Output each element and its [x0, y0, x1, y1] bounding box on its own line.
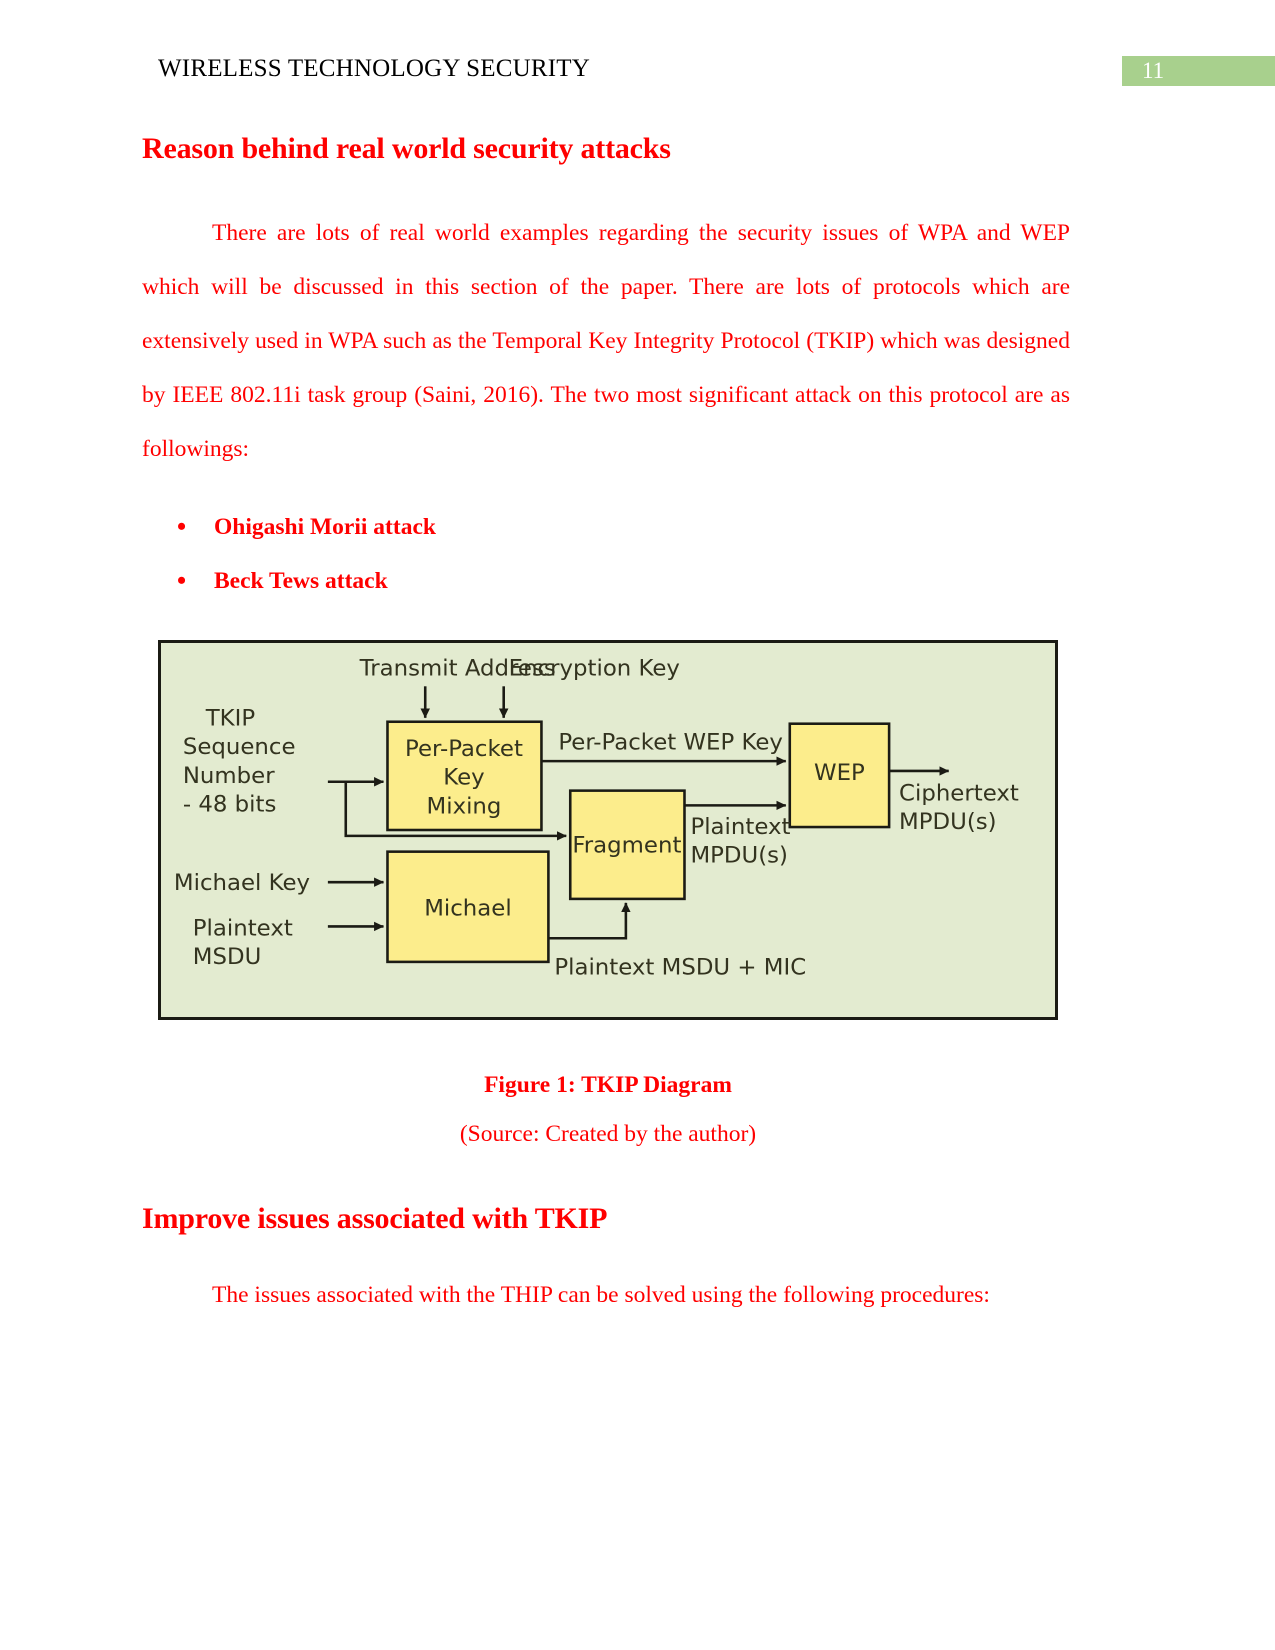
box-label-key-mixing-l1: Per-Packet — [405, 736, 523, 762]
list-item: • Beck Tews attack — [142, 554, 1070, 608]
header-title: WIRELESS TECHNOLOGY SECURITY — [158, 55, 590, 82]
bullet-dot-icon: • — [177, 565, 187, 595]
list-item-label: Ohigashi Morii attack — [214, 513, 436, 540]
box-label-michael: Michael — [424, 896, 511, 922]
label-per-packet-wep-key: Per-Packet WEP Key — [558, 729, 783, 755]
section-heading-improve-issues: Improve issues associated with TKIP — [142, 1202, 608, 1235]
box-label-key-mixing-l3: Mixing — [427, 793, 502, 819]
figure-source: (Source: Created by the author) — [459, 1121, 757, 1147]
label-michael-key: Michael Key — [174, 870, 310, 896]
label-ciphertext-mpdus-l1: Ciphertext — [899, 781, 1019, 807]
label-plaintext-mpdus-l2: MPDU(s) — [690, 843, 788, 869]
page-number: 11 — [1142, 58, 1165, 83]
box-label-wep: WEP — [814, 760, 865, 786]
page-number-badge: 11 — [1122, 56, 1275, 86]
page-header: WIRELESS TECHNOLOGY SECURITY 11 — [0, 0, 1275, 110]
box-label-key-mixing-l2: Key — [443, 765, 484, 791]
label-plaintext-msdu-l1: Plaintext — [193, 915, 293, 941]
paragraph-improve-issues: The issues associated with the THIP can … — [212, 1281, 990, 1308]
label-tkip-sequence-number-l1: TKIP — [205, 706, 255, 732]
list-item: • Ohigashi Morii attack — [142, 500, 1070, 554]
list-item-label: Beck Tews attack — [214, 567, 388, 594]
bullet-dot-icon: • — [177, 511, 187, 541]
section-improve-issues: Improve issues associated with TKIP The … — [142, 1200, 1070, 1345]
tkip-diagram-image: Transmit Address Encryption Key TKIP Seq… — [158, 640, 1058, 1020]
label-encryption-key: Encryption Key — [509, 656, 680, 682]
label-plaintext-msdu-l2: MSDU — [193, 944, 262, 970]
paragraph-real-world-attacks: There are lots of real world examples re… — [142, 219, 1070, 462]
label-tkip-sequence-number-l4: - 48 bits — [183, 791, 277, 817]
label-tkip-sequence-number-l3: Number — [183, 763, 275, 789]
attack-bullet-list: • Ohigashi Morii attack • Beck Tews atta… — [142, 500, 1070, 608]
box-label-fragment: Fragment — [572, 833, 681, 859]
label-plaintext-mpdus-l1: Plaintext — [690, 814, 790, 840]
label-plaintext-msdu-mic: Plaintext MSDU + MIC — [554, 955, 806, 981]
label-tkip-sequence-number-l2: Sequence — [183, 734, 296, 760]
figure-block: Transmit Address Encryption Key TKIP Seq… — [158, 640, 1058, 1148]
label-ciphertext-mpdus-l2: MPDU(s) — [899, 809, 997, 835]
figure-caption: Figure 1: TKIP Diagram — [484, 1072, 732, 1098]
document-body: Reason behind real world security attack… — [142, 130, 1070, 608]
section-heading-reason-behind-attacks: Reason behind real world security attack… — [142, 132, 671, 165]
